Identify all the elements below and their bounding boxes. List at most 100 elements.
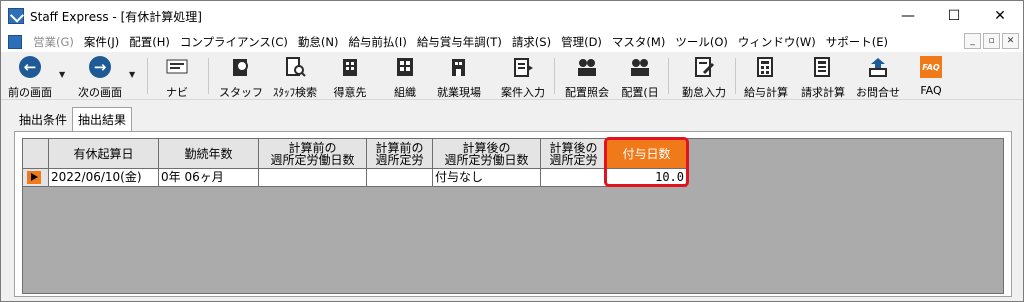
client-button[interactable]: 得意先 [328,52,372,100]
menu-window[interactable]: ウィンドウ(W) [733,34,821,50]
mdi-controls: _ ▫ ✕ [964,33,1019,49]
work-site-icon [447,55,471,79]
assignment-query-label: 配置照会 [565,86,609,99]
staff-search-icon [283,55,307,79]
menu-advance-pay[interactable]: 給与前払(I) [343,34,411,50]
menu-support[interactable]: サポート(E) [821,34,893,50]
staff-label: スタッフ [219,86,263,99]
mdi-minimize-button[interactable]: _ [964,33,981,49]
organization-button[interactable]: 組織 [387,52,423,100]
document-icon[interactable] [8,34,22,49]
column-header-pre-days-line2: 週所定労働日数 [270,152,355,167]
attendance-input-icon [692,55,716,79]
maximize-button[interactable]: ☐ [931,1,977,31]
minimize-button[interactable]: — [885,1,931,31]
column-header-pre-hours[interactable]: 計算前の 週所定労 [367,139,433,169]
menu-assignment[interactable]: 配置(H) [124,34,175,50]
column-header-pre-hours-line2: 週所定労 [375,152,424,167]
tab-conditions[interactable]: 抽出条件 [14,109,72,131]
column-header-pre-days[interactable]: 計算前の 週所定労働日数 [259,139,367,169]
menu-attendance[interactable]: 勤怠(N) [293,34,344,50]
column-header-post-days-line2: 週所定労働日数 [444,152,529,167]
assignment-day-label: 配置(日 [621,86,659,99]
cell-pre-hours[interactable] [367,169,433,187]
attendance-input-label: 勤怠入力 [682,86,726,99]
billing-icon [811,55,835,79]
column-header-post-hours-line2: 週所定労 [549,152,598,167]
column-header-pre-days-line1: 計算前の [288,140,337,155]
column-header-start-date[interactable]: 有休起算日 [49,139,159,169]
toolbar-separator [554,58,555,94]
menu-billing[interactable]: 請求(S) [507,34,556,50]
work-site-button[interactable]: 就業現場 [433,52,485,100]
mdi-restore-button[interactable]: ▫ [983,33,1000,49]
close-button[interactable]: ✕ [977,1,1023,31]
menu-bar: 営業(G) 案件(J) 配置(H) コンプライアンス(C) 勤怠(N) 給与前払… [1,31,1023,52]
column-header-post-days[interactable]: 計算後の 週所定労働日数 [433,139,541,169]
forward-arrow-icon: → [89,56,111,78]
case-input-button[interactable]: 案件入力 [496,52,550,100]
prev-screen-label: 前の画面 [8,86,52,99]
navi-button[interactable]: ナビ [159,52,195,100]
column-header-pre-hours-line1: 計算前の [375,140,424,155]
menu-master[interactable]: マスタ(M) [607,34,670,50]
title-bar: Staff Express - [有休計算処理] — ☐ ✕ [1,1,1023,31]
cell-post-hours[interactable] [541,169,607,187]
staff-search-button[interactable]: ｽﾀｯﾌ検索 [269,52,321,100]
results-panel: 有休起算日 勤続年数 計算前の 週所定労働日数 計算前の 週所定労 計算後の 週… [14,131,1012,297]
menu-cases[interactable]: 案件(J) [79,34,124,50]
menu-tools[interactable]: ツール(O) [670,34,733,50]
window-title: Staff Express - [有休計算処理] [30,9,202,24]
assignment-query-button[interactable]: 配置照会 [561,52,613,100]
inquiry-label: お問合せ [856,86,900,99]
column-header-years[interactable]: 勤続年数 [159,139,259,169]
payroll-label: 給与計算 [744,86,788,99]
cell-pre-days[interactable] [259,169,367,187]
current-row-arrow-icon [27,171,41,184]
next-dropdown-icon[interactable]: ▼ [129,70,135,79]
callout-highlight-box [604,137,689,187]
billing-button[interactable]: 請求計算 [797,52,849,100]
assignment-day-button[interactable]: 配置(日 [618,52,662,100]
client-icon [338,55,362,79]
faq-icon: FAQ [919,55,943,79]
payroll-button[interactable]: 給与計算 [741,52,791,100]
toolbar-separator [208,58,209,94]
toolbar: ← 前の画面 ▼ → 次の画面 ▼ ナビ スタッフ ｽﾀｯﾌ検索 得意先 組織 … [1,52,1023,100]
cell-post-days[interactable]: 付与なし [433,169,541,187]
client-label: 得意先 [333,86,367,99]
assignment-query-icon [575,55,599,79]
app-window: Staff Express - [有休計算処理] — ☐ ✕ 営業(G) 案件(… [0,0,1024,302]
row-indicator[interactable] [23,169,49,187]
attendance-input-button[interactable]: 勤怠入力 [677,52,731,100]
case-input-label: 案件入力 [501,86,545,99]
app-icon [8,8,24,24]
menu-admin[interactable]: 管理(D) [556,34,607,50]
results-grid: 有休起算日 勤続年数 計算前の 週所定労働日数 計算前の 週所定労 計算後の 週… [22,138,1004,294]
menu-payroll-bonus[interactable]: 給与賞与年調(T) [412,34,507,50]
staff-search-label: ｽﾀｯﾌ検索 [273,86,317,99]
prev-dropdown-icon[interactable]: ▼ [59,70,65,79]
mdi-close-button[interactable]: ✕ [1002,33,1019,49]
inquiry-icon [866,55,890,79]
cell-start-date[interactable]: 2022/06/10(金) [49,169,159,187]
row-header-corner [23,139,49,169]
next-screen-button[interactable]: → 次の画面 [73,52,127,100]
inquiry-button[interactable]: お問合せ [853,52,903,100]
organization-icon [393,55,417,79]
toolbar-separator [668,58,669,94]
faq-button[interactable]: FAQ FAQ [913,52,949,100]
staff-icon [229,55,253,79]
menu-sales[interactable]: 営業(G) [28,34,79,50]
toolbar-separator [147,58,148,94]
prev-screen-button[interactable]: ← 前の画面 [5,52,55,100]
column-header-post-hours[interactable]: 計算後の 週所定労 [541,139,607,169]
menu-compliance[interactable]: コンプライアンス(C) [175,34,293,50]
tab-results[interactable]: 抽出結果 [72,107,133,131]
staff-button[interactable]: スタッフ [219,52,263,100]
back-arrow-icon: ← [19,56,41,78]
navi-label: ナビ [166,86,188,99]
assignment-day-icon [628,55,652,79]
work-site-label: 就業現場 [437,86,481,99]
cell-years[interactable]: 0年 06ヶ月 [159,169,259,187]
